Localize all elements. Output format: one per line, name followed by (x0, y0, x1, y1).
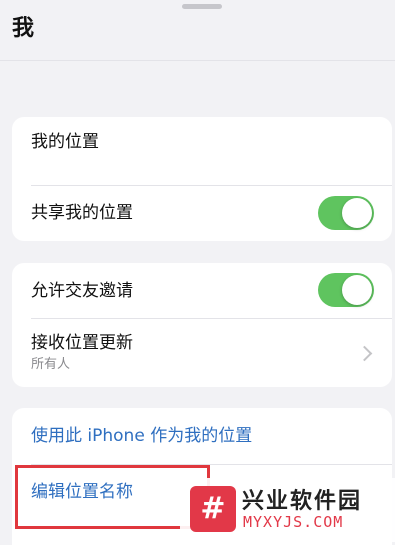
sheet-grabber[interactable] (182, 4, 222, 9)
my-location-row: 我的位置 (12, 117, 392, 185)
header-divider (0, 60, 395, 61)
chevron-right-icon (356, 345, 373, 362)
allow-invites-toggle[interactable] (318, 273, 374, 307)
share-location-row: 共享我的位置 (12, 186, 392, 241)
toggle-knob (342, 198, 372, 228)
use-iphone-row[interactable]: 使用此 iPhone 作为我的位置 (12, 408, 392, 464)
receive-updates-value: 所有人 (31, 357, 71, 372)
use-iphone-link[interactable]: 使用此 iPhone 作为我的位置 (31, 425, 252, 447)
watermark: # 兴业软件园 MYXYJS.COM (180, 478, 395, 542)
share-location-toggle[interactable] (318, 196, 374, 230)
receive-updates-label: 接收位置更新 (31, 333, 133, 353)
friends-card: 允许交友邀请 接收位置更新 所有人 (12, 263, 392, 387)
receive-updates-row[interactable]: 接收位置更新 所有人 (12, 319, 392, 387)
location-card: 我的位置 共享我的位置 (12, 117, 392, 241)
allow-invites-row: 允许交友邀请 (12, 263, 392, 318)
my-location-label: 我的位置 (31, 132, 99, 152)
watermark-logo: # (190, 486, 236, 532)
allow-invites-label: 允许交友邀请 (31, 281, 133, 301)
toggle-knob (342, 275, 372, 305)
share-location-label: 共享我的位置 (31, 203, 133, 223)
page-title: 我 (12, 16, 35, 41)
watermark-url: MYXYJS.COM (243, 513, 344, 531)
me-sheet: 我 我的位置 共享我的位置 允许交友邀请 接收位置更新 所有人 使用此 iPho… (0, 0, 395, 545)
watermark-title: 兴业软件园 (242, 489, 363, 514)
